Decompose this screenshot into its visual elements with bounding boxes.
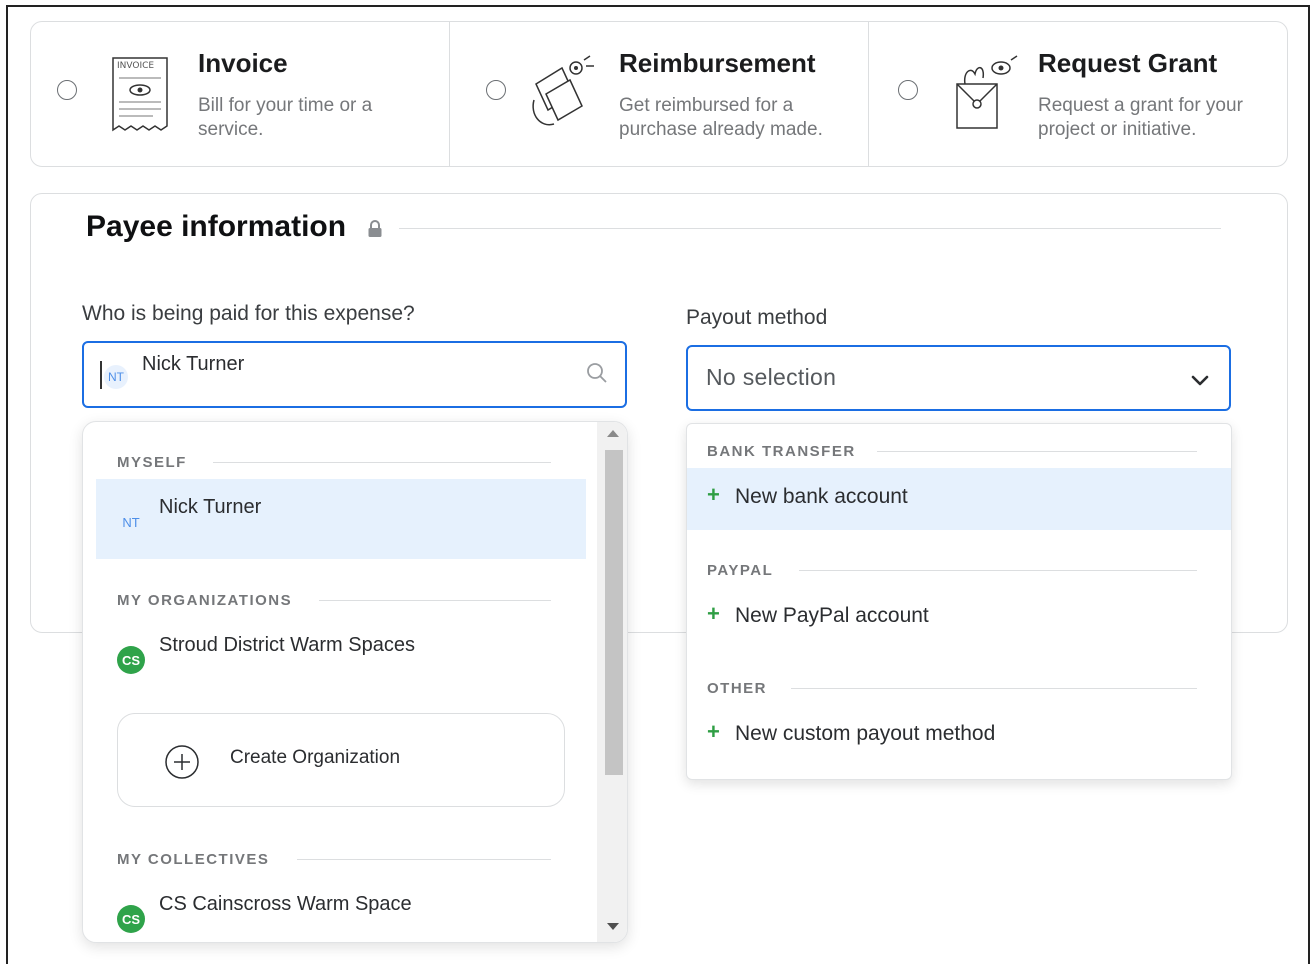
group-divider <box>297 859 551 860</box>
group-label-myself: MYSELF <box>117 454 187 471</box>
reimbursement-title: Reimbursement <box>619 48 816 78</box>
group-label-paypal: PAYPAL <box>707 562 774 579</box>
payout-select-value: No selection <box>706 364 837 390</box>
plus-circle-icon <box>165 745 199 779</box>
group-label-bank-transfer: BANK TRANSFER <box>707 443 856 460</box>
section-divider <box>399 228 1221 229</box>
create-organization-label: Create Organization <box>230 747 401 768</box>
search-icon[interactable] <box>585 361 609 385</box>
plus-icon: + <box>707 719 720 744</box>
option-new-custom-payout-label: New custom payout method <box>735 722 996 745</box>
plus-icon: + <box>707 601 720 626</box>
expense-type-reimbursement[interactable]: Reimbursement Get reimbursed for a purch… <box>450 22 869 166</box>
option-new-paypal-account-label: New PayPal account <box>735 604 929 627</box>
invoice-illustration-text: INVOICE <box>117 61 154 71</box>
option-new-bank-account-label: New bank account <box>735 485 908 508</box>
grant-radio[interactable] <box>898 80 918 100</box>
grant-description: Request a grant for your project or init… <box>1038 95 1243 140</box>
scroll-down-arrow-icon[interactable] <box>607 923 619 930</box>
expense-type-selector: INVOICE Invoice Bill for your time or a … <box>30 21 1288 167</box>
group-divider <box>213 462 551 463</box>
group-divider <box>877 451 1197 452</box>
option-new-custom-payout[interactable]: + New custom payout method <box>687 705 1231 767</box>
expense-type-grant[interactable]: Request Grant Request a grant for your p… <box>869 22 1287 166</box>
payee-avatar: NT <box>104 365 128 389</box>
stroud-district-avatar: CS <box>117 646 145 674</box>
option-new-paypal-account[interactable]: + New PayPal account <box>687 587 1231 649</box>
group-label-collectives: MY COLLECTIVES <box>117 851 270 868</box>
group-label-organizations: MY ORGANIZATIONS <box>117 592 293 609</box>
invoice-illustration-icon: INVOICE <box>112 57 168 132</box>
payee-search-input[interactable]: NT Nick Turner <box>82 341 627 408</box>
option-cainscross-label: CS Cainscross Warm Space <box>159 893 412 915</box>
invoice-radio[interactable] <box>57 80 77 100</box>
payout-dropdown-menu: BANK TRANSFER + New bank account PAYPAL … <box>686 423 1232 780</box>
group-divider <box>799 570 1197 571</box>
scroll-thumb[interactable] <box>605 450 623 775</box>
option-nick-turner[interactable] <box>96 479 586 559</box>
group-divider <box>319 600 551 601</box>
payee-menu-scrollbar[interactable] <box>597 422 627 942</box>
option-new-bank-account[interactable]: + New bank account <box>687 468 1231 530</box>
option-nick-turner-label: Nick Turner <box>159 496 262 518</box>
group-label-other: OTHER <box>707 680 767 697</box>
lock-icon <box>368 220 382 237</box>
nick-turner-avatar: NT <box>117 508 145 536</box>
reimbursement-radio[interactable] <box>486 80 506 100</box>
reimbursement-description: Get reimbursed for a purchase already ma… <box>619 95 823 140</box>
payee-dropdown-menu: MYSELF NT Nick Turner MY ORGANIZATIONS C… <box>82 421 628 943</box>
grant-title: Request Grant <box>1038 48 1218 78</box>
payout-method-select[interactable]: No selection <box>686 345 1231 411</box>
chevron-down-icon[interactable] <box>1189 369 1211 391</box>
section-title: Payee information <box>86 210 347 243</box>
invoice-description: Bill for your time or a service. <box>198 95 373 140</box>
payee-question-label: Who is being paid for this expense? <box>82 302 415 325</box>
invoice-title: Invoice <box>198 48 288 78</box>
grant-envelope-illustration-icon <box>956 55 1018 129</box>
scroll-up-arrow-icon[interactable] <box>607 430 619 437</box>
text-caret <box>100 361 102 389</box>
create-organization-button[interactable]: Create Organization <box>117 713 565 807</box>
cainscross-avatar: CS <box>117 905 145 933</box>
expense-type-invoice[interactable]: INVOICE Invoice Bill for your time or a … <box>31 22 450 166</box>
plus-icon: + <box>707 482 720 507</box>
option-stroud-district-label: Stroud District Warm Spaces <box>159 634 415 656</box>
payout-method-label: Payout method <box>686 306 828 329</box>
payee-input-value: Nick Turner <box>142 353 245 375</box>
receipts-illustration-icon <box>532 55 594 126</box>
group-divider <box>791 688 1197 689</box>
